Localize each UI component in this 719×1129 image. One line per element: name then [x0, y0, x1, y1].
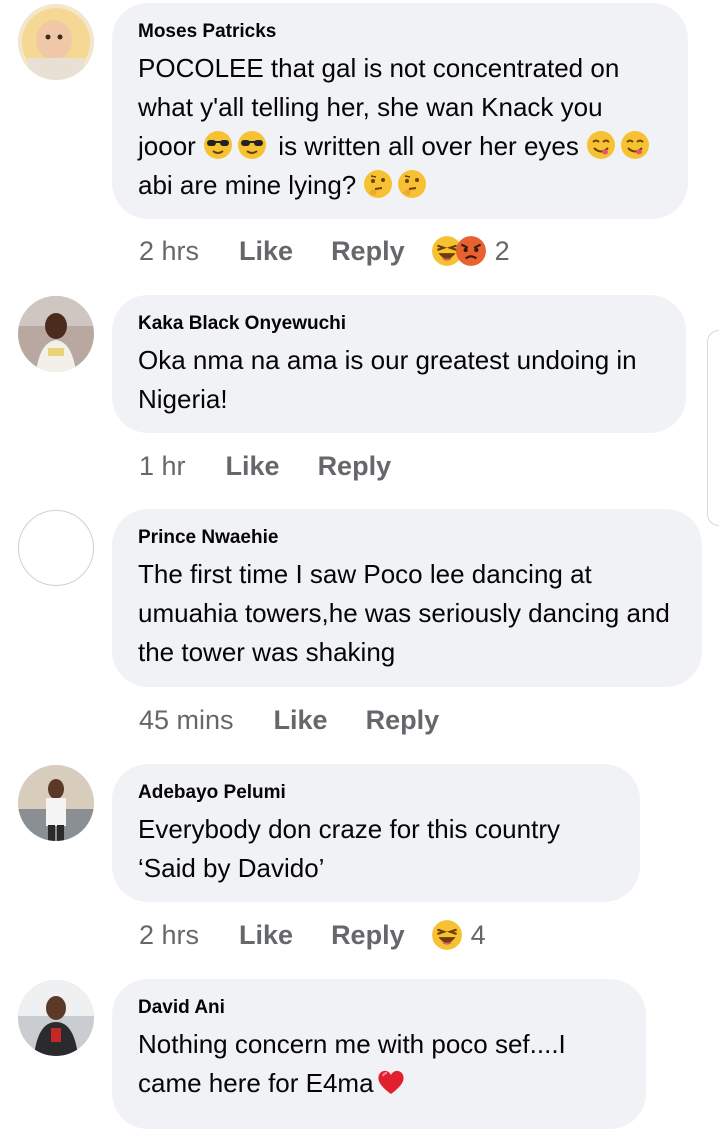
- comment-text: Oka nma na ama is our greatest undoing i…: [138, 345, 637, 414]
- commenter-name[interactable]: Moses Patricks: [138, 21, 662, 43]
- commenter-name[interactable]: Prince Nwaehie: [138, 527, 676, 549]
- comment-text: The first time I saw Poco lee dancing at…: [138, 559, 670, 667]
- like-button[interactable]: Like: [274, 705, 328, 736]
- commenter-name[interactable]: Kaka Black Onyewuchi: [138, 313, 660, 335]
- like-button[interactable]: Like: [239, 920, 293, 951]
- comment-bubble: David Ani Nothing concern me with poco s…: [112, 979, 646, 1129]
- laughing-emoji-icon: [431, 919, 463, 951]
- comment-text: Everybody don craze for this country ‘Sa…: [138, 810, 614, 888]
- reaction-count: 4: [470, 919, 486, 950]
- yum-emoji-icon: [620, 130, 650, 160]
- comment-bubble: Adebayo Pelumi Everybody don craze for t…: [112, 764, 640, 902]
- reply-button[interactable]: Reply: [331, 920, 405, 951]
- reply-button[interactable]: Reply: [318, 451, 392, 482]
- comment-actions: 45 mins Like Reply: [139, 700, 465, 740]
- avatar-photo: [18, 296, 94, 372]
- comment-actions: 2 hrs Like Reply 4: [139, 915, 486, 955]
- comment-text-line: Everybody don craze for this country: [138, 814, 560, 844]
- sunglasses-emoji-icon: [203, 130, 233, 160]
- like-button[interactable]: Like: [239, 236, 293, 267]
- red-heart-emoji-icon: [376, 1067, 406, 1097]
- comment-actions: 2 hrs Like Reply 2: [139, 231, 510, 271]
- commenter-name[interactable]: Adebayo Pelumi: [138, 782, 614, 804]
- thinking-emoji-icon: [397, 169, 427, 199]
- reply-button[interactable]: Reply: [331, 236, 405, 267]
- comment-actions: 1 hr Like Reply: [139, 446, 417, 486]
- avatar-photo: [18, 765, 94, 841]
- avatar-photo: [18, 4, 94, 80]
- avatar-photo: [18, 980, 94, 1056]
- comment-text-part: is written all over her eyes: [278, 131, 579, 161]
- comment-bubble: Moses Patricks POCOLEE that gal is not c…: [112, 3, 688, 219]
- thinking-emoji-icon: [363, 169, 393, 199]
- avatar[interactable]: [18, 296, 94, 372]
- reaction-summary[interactable]: 2: [431, 235, 510, 267]
- comment-time[interactable]: 45 mins: [139, 705, 234, 736]
- angry-emoji-icon: [455, 235, 487, 267]
- scrollbar-handle[interactable]: [707, 330, 719, 526]
- comment-text-part: abi are mine lying?: [138, 170, 357, 200]
- avatar[interactable]: [18, 980, 94, 1056]
- comment-bubble: Kaka Black Onyewuchi Oka nma na ama is o…: [112, 295, 686, 433]
- comment-text: Nothing concern me with poco sef....I ca…: [138, 1025, 620, 1103]
- reaction-summary[interactable]: 4: [431, 919, 486, 951]
- avatar[interactable]: [18, 765, 94, 841]
- reaction-count: 2: [494, 235, 510, 266]
- comment-time[interactable]: 2 hrs: [139, 236, 199, 267]
- sunglasses-emoji-icon: [237, 130, 267, 160]
- comment-text-line: ‘Said by Davido’: [138, 853, 325, 883]
- comment-time[interactable]: 2 hrs: [139, 920, 199, 951]
- like-button[interactable]: Like: [226, 451, 280, 482]
- comment-text-part: Nothing concern me with poco sef....I ca…: [138, 1029, 566, 1098]
- avatar[interactable]: [18, 510, 94, 586]
- yum-emoji-icon: [586, 130, 616, 160]
- reply-button[interactable]: Reply: [366, 705, 440, 736]
- commenter-name[interactable]: David Ani: [138, 997, 620, 1019]
- comment-bubble: Prince Nwaehie The first time I saw Poco…: [112, 509, 702, 687]
- comment-time[interactable]: 1 hr: [139, 451, 186, 482]
- avatar[interactable]: [18, 4, 94, 80]
- comment-text: POCOLEE that gal is not concentrated on …: [138, 49, 662, 205]
